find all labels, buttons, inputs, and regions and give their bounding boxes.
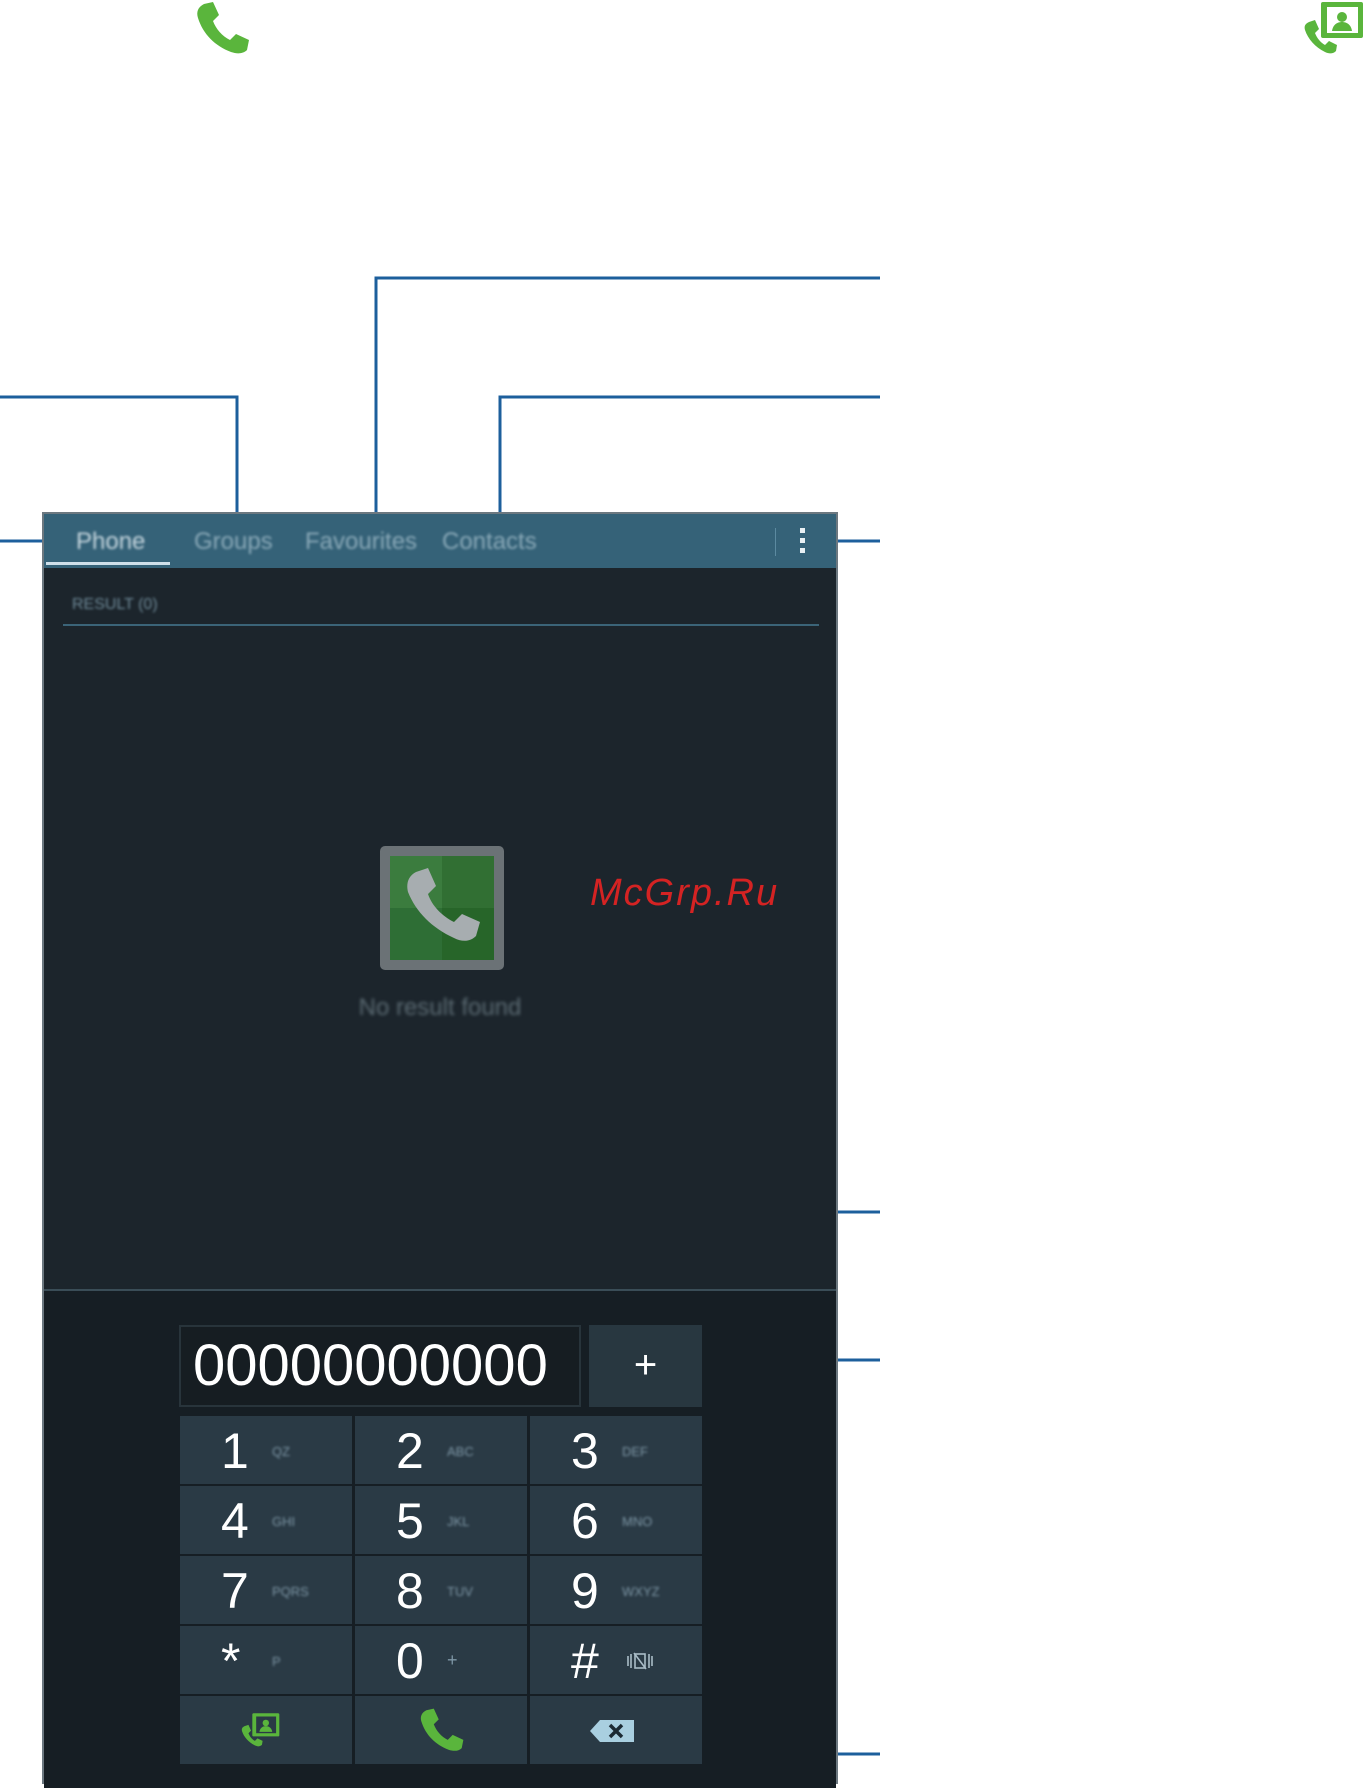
key-digit: 7 <box>221 1563 249 1619</box>
key-letters: ABC <box>447 1444 474 1459</box>
key-9[interactable]: 9 WXYZ <box>530 1556 702 1624</box>
key-8[interactable]: 8 TUV <box>355 1556 527 1624</box>
key-7[interactable]: 7 PQRS <box>180 1556 352 1624</box>
key-0[interactable]: 0 + <box>355 1626 527 1694</box>
key-letters: MNO <box>622 1514 653 1529</box>
tab-favourites[interactable]: Favourites <box>305 528 417 556</box>
more-options-icon[interactable] <box>797 528 807 556</box>
phone-app-icon <box>380 846 504 970</box>
phone-icon <box>197 2 249 54</box>
key-letters: P <box>272 1654 281 1669</box>
key-digit: # <box>571 1633 599 1689</box>
phone-screen: Phone Groups Favourites Contacts RESULT … <box>42 512 838 1788</box>
key-1[interactable]: 1 QZ <box>180 1416 352 1484</box>
key-5[interactable]: 5 JKL <box>355 1486 527 1554</box>
key-letters: JKL <box>447 1514 470 1529</box>
key-digit: 3 <box>571 1423 599 1479</box>
watermark: McGrp.Ru <box>590 872 780 914</box>
key-digit: 2 <box>396 1423 424 1479</box>
key-digit: 1 <box>221 1423 249 1479</box>
key-digit: 0 <box>396 1633 424 1689</box>
key-star[interactable]: * P <box>180 1626 352 1694</box>
key-2[interactable]: 2 ABC <box>355 1416 527 1484</box>
call-button[interactable] <box>355 1696 527 1764</box>
tab-groups[interactable]: Groups <box>194 528 273 556</box>
call-icon <box>420 1708 464 1751</box>
number-field[interactable]: 00000000000 <box>179 1325 581 1407</box>
backspace-button[interactable] <box>530 1696 702 1764</box>
tab-bar: Phone Groups Favourites Contacts <box>44 514 836 568</box>
key-letters: DEF <box>622 1444 648 1459</box>
key-6[interactable]: 6 MNO <box>530 1486 702 1554</box>
key-digit: 9 <box>571 1563 599 1619</box>
empty-state-text: No result found <box>358 994 522 1021</box>
log-header: RESULT (0) <box>72 596 158 613</box>
dialer: 00000000000 + 1 QZ 2 ABC 3 DEF 4 GHI 5 JKL 6 M… <box>44 1289 836 1788</box>
key-digit: 6 <box>571 1493 599 1549</box>
contacts-icon <box>1304 2 1363 54</box>
tab-contacts[interactable]: Contacts <box>442 528 537 556</box>
key-letters: PQRS <box>272 1584 309 1599</box>
key-digit: 5 <box>396 1493 424 1549</box>
backspace-icon <box>590 1720 634 1742</box>
key-digit: 4 <box>221 1493 249 1549</box>
mute-vibrate-icon <box>627 1652 653 1670</box>
key-hash[interactable]: # <box>530 1626 702 1694</box>
key-digit: 8 <box>396 1563 424 1619</box>
key-3[interactable]: 3 DEF <box>530 1416 702 1484</box>
keypad: 1 QZ 2 ABC 3 DEF 4 GHI 5 JKL 6 MNO 7 PQRS 8 TUV … <box>180 1416 702 1788</box>
key-letters: WXYZ <box>622 1584 660 1599</box>
key-digit: * <box>221 1633 241 1689</box>
key-letters: GHI <box>272 1514 296 1529</box>
divider <box>775 528 776 556</box>
tab-selected-indicator <box>46 562 170 565</box>
key-letters: QZ <box>272 1444 291 1459</box>
key-letters: TUV <box>447 1584 473 1599</box>
contacts-icon <box>241 1713 280 1747</box>
key-4[interactable]: 4 GHI <box>180 1486 352 1554</box>
key-letters: + <box>447 1650 458 1670</box>
contacts-button[interactable] <box>180 1696 352 1764</box>
tab-phone[interactable]: Phone <box>76 528 145 556</box>
divider <box>63 624 819 626</box>
add-to-contacts-button[interactable]: + <box>589 1325 702 1407</box>
